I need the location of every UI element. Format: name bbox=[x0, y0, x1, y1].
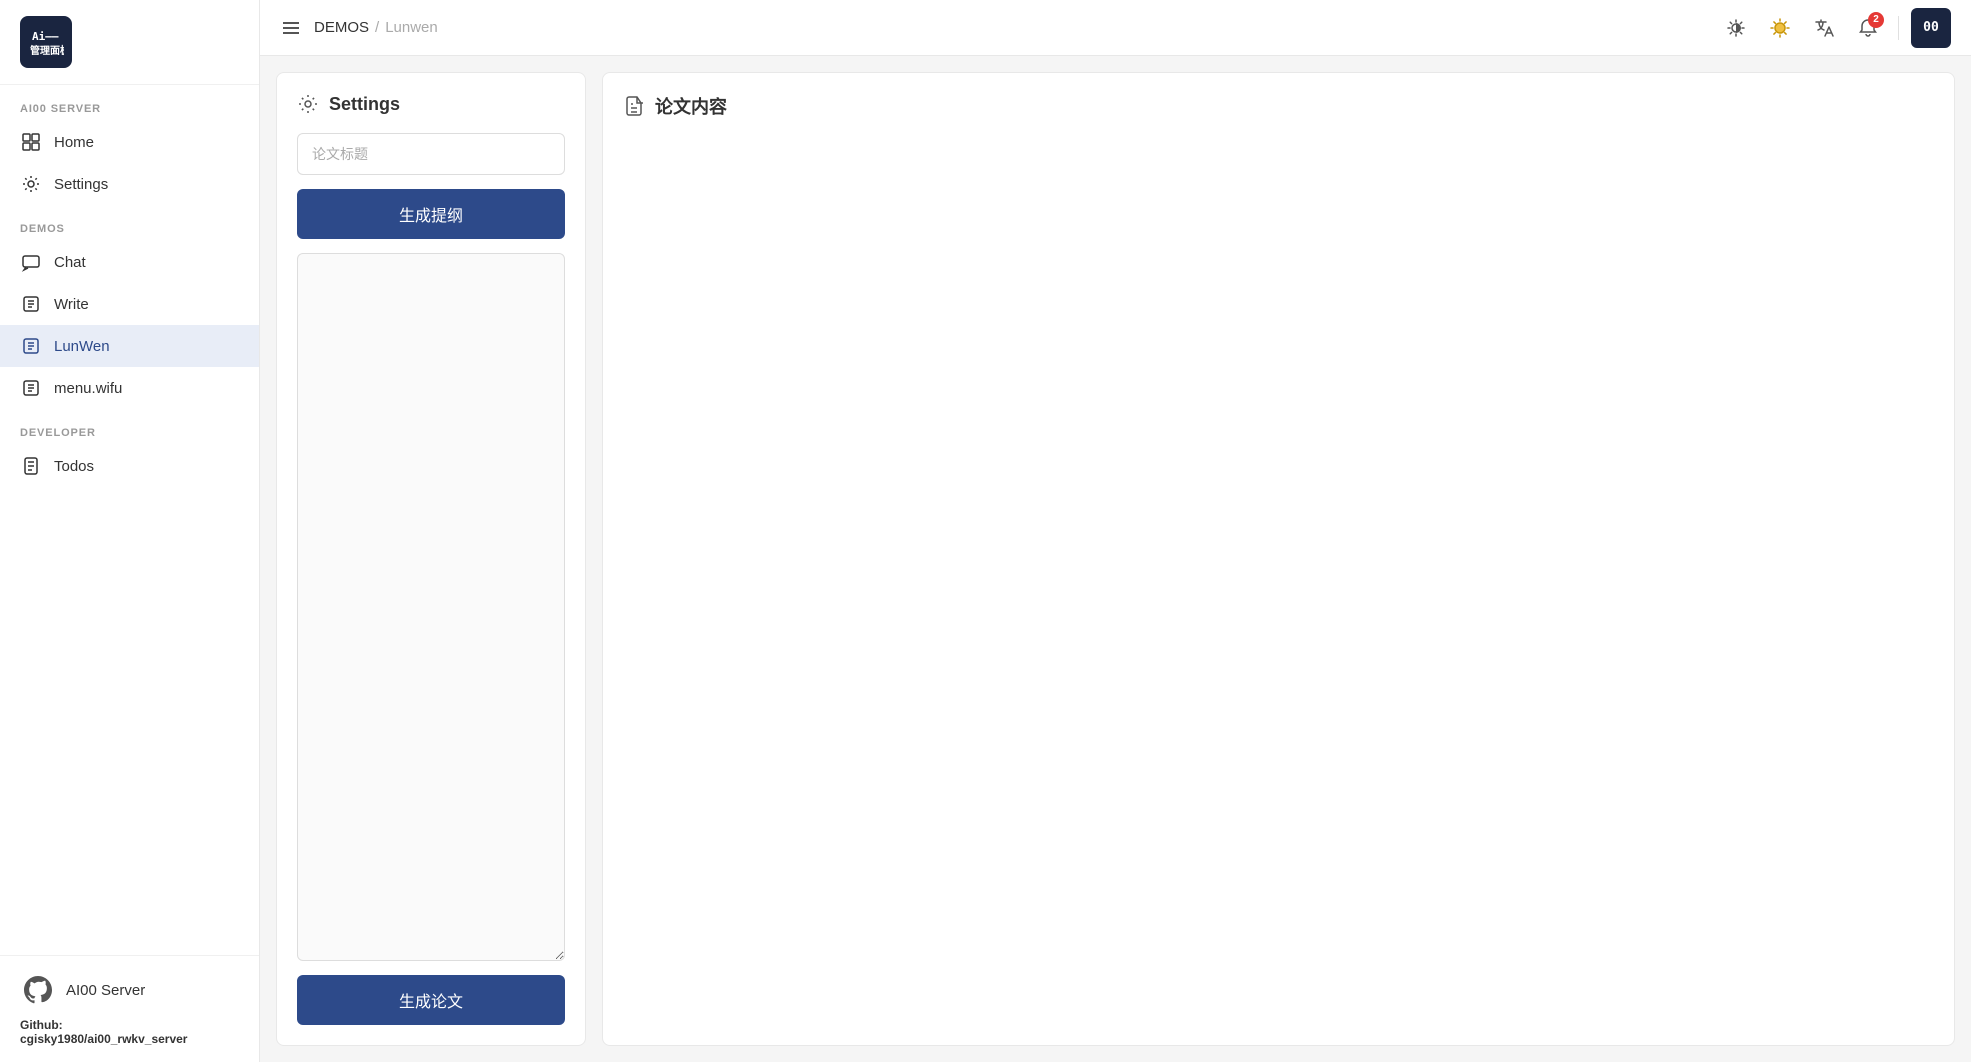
sidebar-section-demos: DEMOS Chat Write bbox=[0, 205, 259, 409]
header-divider bbox=[1898, 16, 1899, 40]
settings-panel-icon bbox=[297, 93, 319, 115]
header-actions: 2 00 bbox=[1718, 8, 1951, 48]
sidebar-item-write[interactable]: Write bbox=[0, 283, 259, 325]
sidebar-item-home[interactable]: Home bbox=[0, 121, 259, 163]
server-name: AI00 Server bbox=[66, 982, 145, 999]
sidebar-section-developer-label: DEVELOPER bbox=[0, 409, 259, 445]
sidebar-item-menuwifu[interactable]: menu.wifu bbox=[0, 367, 259, 409]
notification-button[interactable]: 2 bbox=[1850, 10, 1886, 46]
lunwen-icon bbox=[20, 335, 42, 357]
settings-panel: Settings 生成提纲 生成论文 bbox=[276, 72, 586, 1046]
paper-content-body bbox=[623, 123, 1934, 1025]
sidebar-section-demos-label: DEMOS bbox=[0, 205, 259, 241]
sidebar-footer-github: Github: cgisky1980/ai00_rwkv_server bbox=[20, 1018, 239, 1046]
breadcrumb-separator: / bbox=[375, 19, 379, 36]
paper-content-panel: 论文内容 bbox=[602, 72, 1955, 1046]
terminal-label: 00 bbox=[1923, 20, 1939, 35]
content-area: Settings 生成提纲 生成论文 论文内容 bbox=[260, 56, 1971, 1062]
outline-textarea[interactable] bbox=[297, 253, 565, 961]
paper-content-title: 论文内容 bbox=[655, 93, 727, 119]
sidebar-item-write-label: Write bbox=[54, 296, 89, 313]
sidebar-item-lunwen[interactable]: LunWen bbox=[0, 325, 259, 367]
sidebar-item-todos[interactable]: Todos bbox=[0, 445, 259, 487]
sidebar-item-lunwen-label: LunWen bbox=[54, 338, 110, 355]
sidebar-section-ai00: AI00 SERVER Home Settings bbox=[0, 85, 259, 205]
paper-title-input[interactable] bbox=[297, 133, 565, 175]
settings-panel-title: Settings bbox=[329, 94, 400, 115]
logo-icon: Ai—— 管理面板 bbox=[20, 16, 72, 68]
sidebar-logo: Ai—— 管理面板 bbox=[0, 0, 259, 85]
terminal-button[interactable]: 00 bbox=[1911, 8, 1951, 48]
sidebar-item-home-label: Home bbox=[54, 134, 94, 151]
github-icon bbox=[20, 972, 56, 1008]
breadcrumb-current: Lunwen bbox=[385, 19, 438, 36]
sidebar: Ai—— 管理面板 AI00 SERVER Home bbox=[0, 0, 260, 1062]
breadcrumb: DEMOS / Lunwen bbox=[314, 19, 438, 36]
theme-toggle-button[interactable] bbox=[1718, 10, 1754, 46]
home-icon bbox=[20, 131, 42, 153]
main-content: DEMOS / Lunwen bbox=[260, 0, 1971, 1062]
sidebar-item-chat-label: Chat bbox=[54, 254, 86, 271]
sidebar-footer-server: AI00 Server bbox=[20, 972, 239, 1008]
translate-button[interactable] bbox=[1806, 10, 1842, 46]
settings-panel-header: Settings bbox=[297, 93, 565, 119]
brightness-button[interactable] bbox=[1762, 10, 1798, 46]
github-label: Github: bbox=[20, 1018, 239, 1032]
generate-outline-button[interactable]: 生成提纲 bbox=[297, 189, 565, 239]
header: DEMOS / Lunwen bbox=[260, 0, 1971, 56]
settings-icon bbox=[20, 173, 42, 195]
sidebar-item-settings[interactable]: Settings bbox=[0, 163, 259, 205]
sidebar-item-menuwifu-label: menu.wifu bbox=[54, 380, 122, 397]
paper-content-header: 论文内容 bbox=[623, 93, 1934, 123]
paper-content-icon bbox=[623, 95, 645, 117]
notification-badge: 2 bbox=[1868, 12, 1884, 28]
menuwifu-icon bbox=[20, 377, 42, 399]
github-url: cgisky1980/ai00_rwkv_server bbox=[20, 1032, 239, 1046]
todos-icon bbox=[20, 455, 42, 477]
svg-text:管理面板: 管理面板 bbox=[30, 44, 64, 57]
chat-icon bbox=[20, 251, 42, 273]
sidebar-item-settings-label: Settings bbox=[54, 176, 108, 193]
breadcrumb-root: DEMOS bbox=[314, 19, 369, 36]
sidebar-section-developer: DEVELOPER Todos bbox=[0, 409, 259, 487]
sidebar-item-chat[interactable]: Chat bbox=[0, 241, 259, 283]
svg-text:Ai——: Ai—— bbox=[32, 30, 59, 43]
menu-button[interactable] bbox=[280, 17, 302, 39]
sidebar-item-todos-label: Todos bbox=[54, 458, 94, 475]
sidebar-footer: AI00 Server Github: cgisky1980/ai00_rwkv… bbox=[0, 955, 259, 1062]
generate-paper-button[interactable]: 生成论文 bbox=[297, 975, 565, 1025]
write-icon bbox=[20, 293, 42, 315]
sidebar-section-ai00-label: AI00 SERVER bbox=[0, 85, 259, 121]
